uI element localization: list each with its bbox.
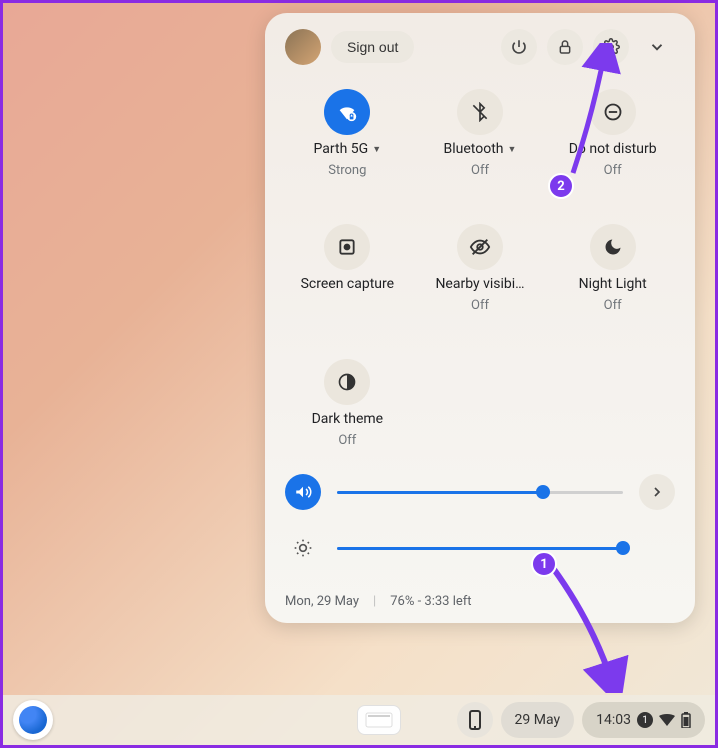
night-label: Night Light bbox=[579, 276, 647, 292]
nearby-label: Nearby visibi… bbox=[435, 276, 524, 292]
capture-label: Screen capture bbox=[301, 276, 394, 292]
taskbar-date-button[interactable]: 29 May bbox=[501, 702, 575, 738]
wifi-label: Parth 5G▼ bbox=[314, 141, 382, 157]
wifi-tile[interactable]: Parth 5G▼ Strong bbox=[285, 83, 410, 184]
dark-label: Dark theme bbox=[312, 411, 384, 427]
status-tray[interactable]: 14:03 1 bbox=[582, 702, 705, 738]
taskbar-time: 14:03 bbox=[596, 712, 631, 728]
sliders-section bbox=[285, 474, 675, 566]
visibility-off-icon bbox=[457, 224, 503, 270]
wifi-status-icon bbox=[659, 714, 675, 726]
annotation-badge-2: 2 bbox=[548, 173, 574, 199]
wifi-icon bbox=[324, 89, 370, 135]
annotation-badge-1: 1 bbox=[531, 551, 557, 577]
dark-theme-icon bbox=[324, 359, 370, 405]
volume-row bbox=[285, 474, 675, 510]
quick-settings-panel: Sign out Parth 5G▼ Strong Bluetooth▼ bbox=[265, 13, 695, 623]
wifi-status: Strong bbox=[328, 163, 366, 178]
battery-status-icon bbox=[681, 712, 691, 728]
screen-capture-tile[interactable]: Screen capture bbox=[285, 218, 410, 319]
notification-badge: 1 bbox=[637, 712, 653, 728]
user-avatar[interactable] bbox=[285, 29, 321, 65]
bluetooth-status: Off bbox=[471, 163, 489, 178]
bluetooth-tile[interactable]: Bluetooth▼ Off bbox=[418, 83, 543, 184]
footer-battery: 76% - 3:33 left bbox=[390, 594, 471, 609]
dark-status: Off bbox=[338, 433, 356, 448]
volume-slider[interactable] bbox=[337, 491, 623, 494]
bluetooth-label: Bluetooth▼ bbox=[444, 141, 517, 157]
chevron-down-icon bbox=[648, 38, 666, 56]
nearby-status: Off bbox=[471, 298, 489, 313]
app-thumbnail-icon bbox=[365, 712, 393, 728]
dark-theme-tile[interactable]: Dark theme Off bbox=[285, 353, 410, 454]
nearby-tile[interactable]: Nearby visibi… Off bbox=[418, 218, 543, 319]
sign-out-button[interactable]: Sign out bbox=[331, 31, 414, 63]
brightness-slider[interactable] bbox=[337, 547, 623, 550]
bluetooth-off-icon bbox=[457, 89, 503, 135]
brightness-icon[interactable] bbox=[285, 530, 321, 566]
annotation-arrow-1 bbox=[543, 563, 633, 693]
launcher-icon bbox=[19, 706, 47, 734]
phone-icon bbox=[468, 710, 482, 730]
annotation-arrow-2 bbox=[563, 43, 623, 183]
launcher-button[interactable] bbox=[13, 700, 53, 740]
night-status: Off bbox=[604, 298, 622, 313]
chevron-right-icon bbox=[649, 484, 665, 500]
audio-settings-button[interactable] bbox=[639, 474, 675, 510]
footer-date: Mon, 29 May bbox=[285, 594, 359, 609]
brightness-row bbox=[285, 530, 675, 566]
screen-capture-icon bbox=[324, 224, 370, 270]
night-light-tile[interactable]: Night Light Off bbox=[550, 218, 675, 319]
phone-hub-button[interactable] bbox=[457, 702, 493, 738]
taskbar: 29 May 14:03 1 bbox=[3, 695, 715, 745]
power-icon bbox=[510, 38, 528, 56]
night-light-icon bbox=[590, 224, 636, 270]
taskbar-app[interactable] bbox=[357, 705, 401, 735]
collapse-button[interactable] bbox=[639, 29, 675, 65]
volume-icon[interactable] bbox=[285, 474, 321, 510]
power-button[interactable] bbox=[501, 29, 537, 65]
